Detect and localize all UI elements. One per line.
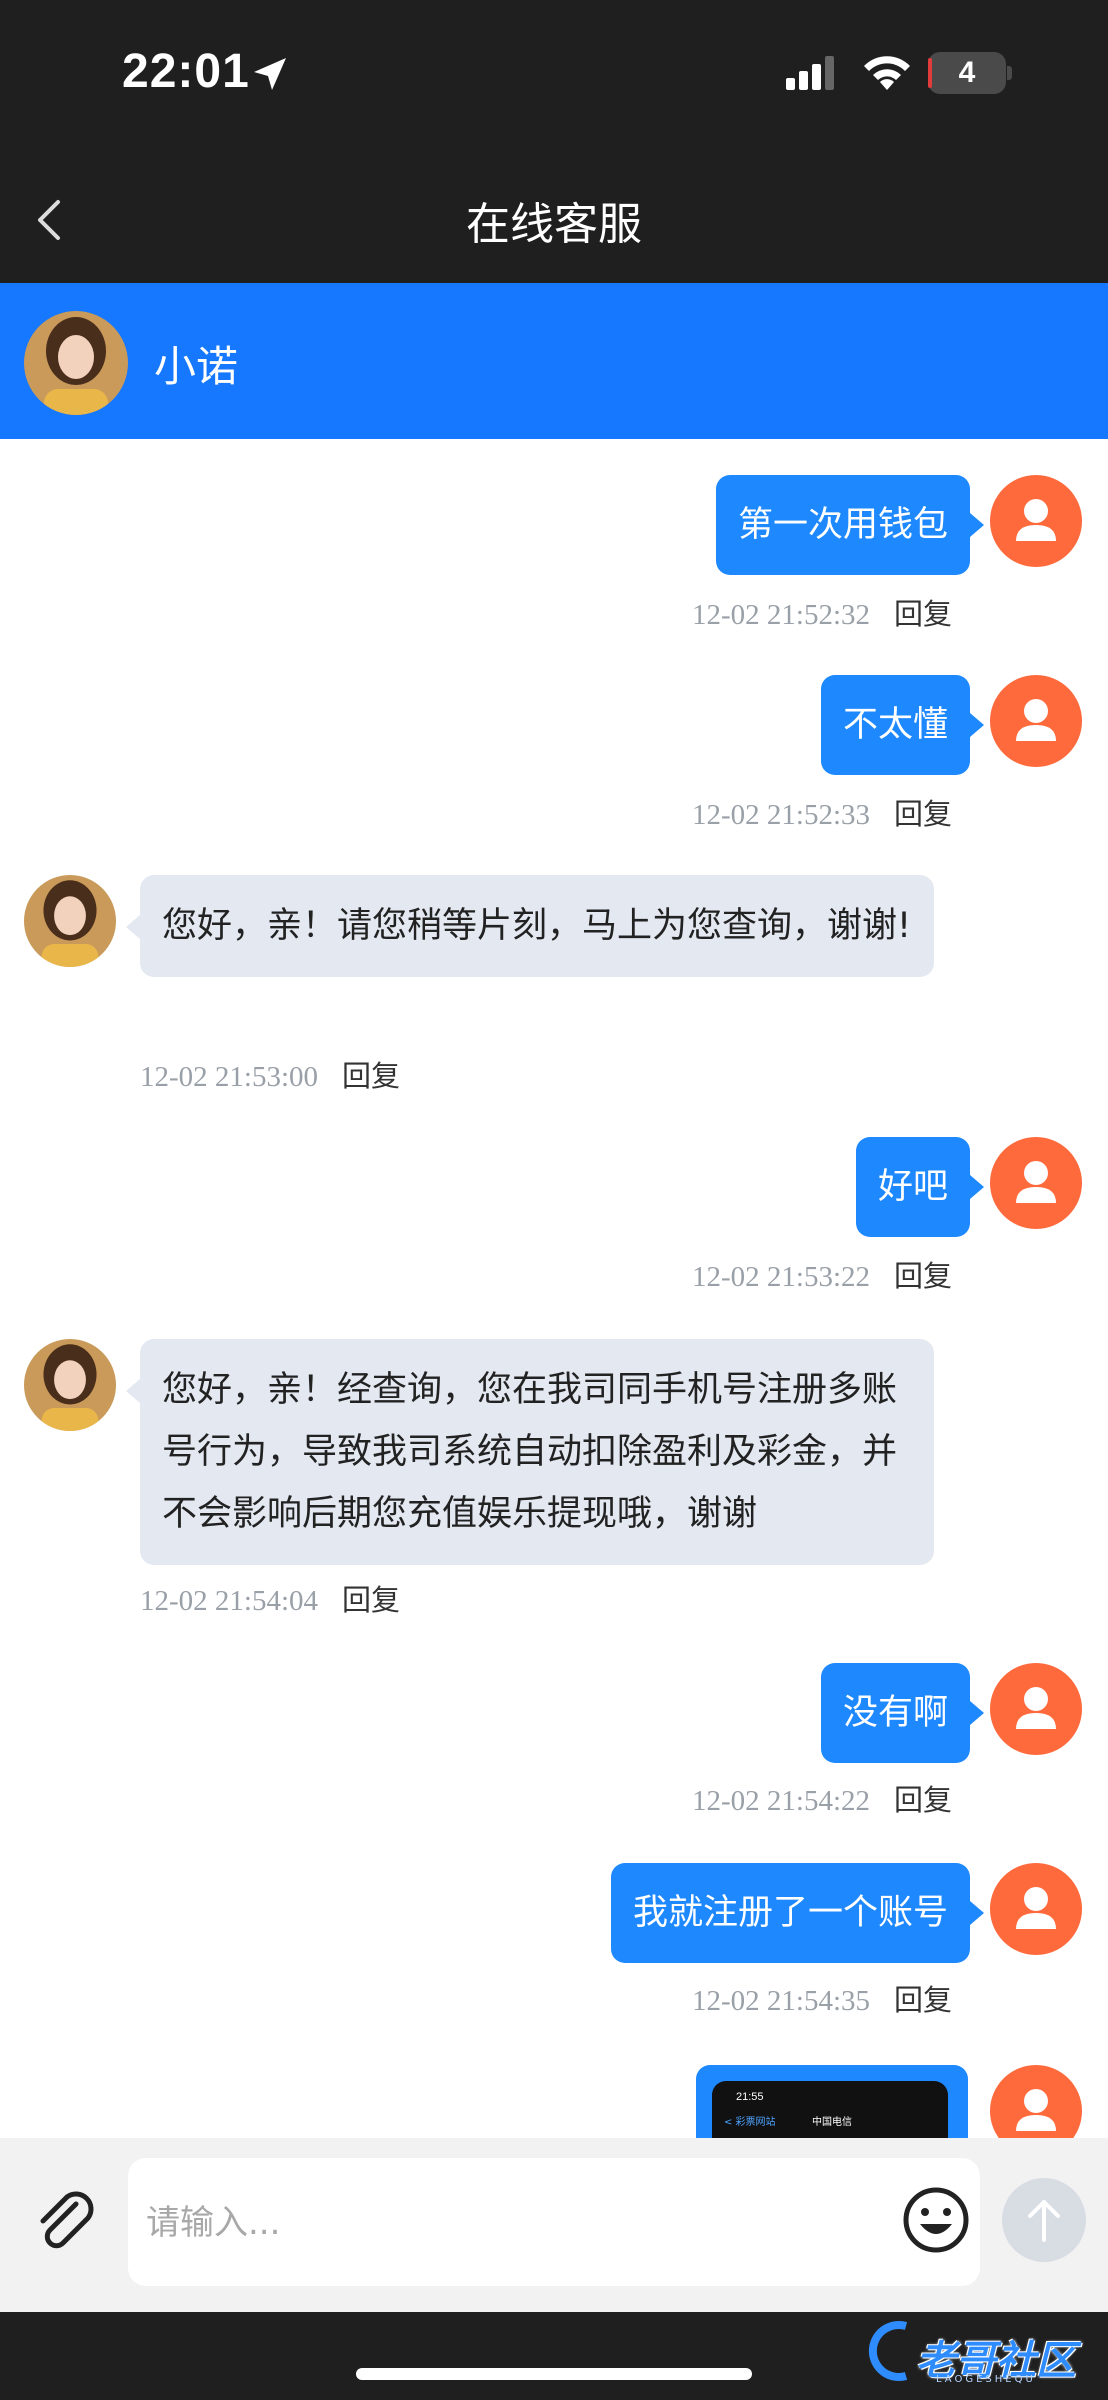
watermark-subtext: LAOGESHEQU bbox=[936, 2374, 1036, 2385]
page-title: 在线客服 bbox=[466, 199, 642, 250]
message-timestamp: 12-02 21:52:33 bbox=[692, 799, 871, 831]
send-button[interactable] bbox=[1002, 2178, 1086, 2262]
message-timestamp: 12-02 21:54:35 bbox=[692, 1985, 871, 2017]
message-meta: 12-02 21:53:22 回复 bbox=[692, 1253, 952, 1295]
reply-link[interactable]: 回复 bbox=[894, 797, 952, 831]
agent-header: 小诺 bbox=[0, 283, 1108, 439]
message-input[interactable] bbox=[144, 2192, 828, 2254]
top-header: 22:01 4 在线客服 bbox=[0, 0, 1108, 283]
user-message-bubble[interactable]: 第一次用钱包 bbox=[715, 475, 985, 575]
home-indicator[interactable] bbox=[356, 2368, 752, 2380]
message-timestamp: 12-02 21:53:00 bbox=[140, 1061, 319, 1093]
user-image-message[interactable]: 21:55 < 彩票网站 中国电信 bbox=[696, 2065, 968, 2139]
user-avatar bbox=[990, 1137, 1082, 1229]
message-meta: 12-02 21:54:04 回复 bbox=[140, 1577, 400, 1619]
chat-messages[interactable]: 第一次用钱包 12-02 21:52:32 回复 不太懂 12-02 21:52:… bbox=[0, 439, 1108, 2139]
message-meta: 12-02 21:53:00 回复 bbox=[140, 1053, 400, 1095]
battery-tip bbox=[1007, 66, 1012, 80]
user-avatar bbox=[990, 2065, 1082, 2139]
thumb-back: < 彩票网站 bbox=[724, 2117, 776, 2128]
home-indicator-area: 老哥社区 LAOGESHEQU bbox=[0, 2312, 1108, 2400]
user-avatar bbox=[990, 1663, 1082, 1755]
message-timestamp: 12-02 21:53:22 bbox=[692, 1261, 871, 1293]
watermark-logo: 老哥社区 LAOGESHEQU bbox=[866, 2316, 1102, 2396]
agent-message-avatar bbox=[24, 875, 116, 967]
agent-message-bubble[interactable]: 您好，亲！经查询，您在我司同手机号注册多账号行为，导致我司系统自动扣除盈利及彩金… bbox=[126, 1339, 934, 1565]
agent-avatar bbox=[24, 311, 128, 415]
reply-link[interactable]: 回复 bbox=[342, 1059, 400, 1093]
message-timestamp: 12-02 21:52:32 bbox=[692, 599, 871, 631]
agent-message-avatar bbox=[24, 1339, 116, 1431]
message-input-container bbox=[128, 2158, 980, 2286]
thumb-time: 21:55 bbox=[736, 2091, 764, 2103]
message-meta: 12-02 21:54:22 回复 bbox=[692, 1777, 952, 1819]
reply-link[interactable]: 回复 bbox=[894, 1983, 952, 2017]
thumb-carrier: 中国电信 bbox=[812, 2117, 852, 2128]
reply-link[interactable]: 回复 bbox=[342, 1583, 400, 1617]
wifi-icon bbox=[864, 56, 910, 90]
location-arrow-icon bbox=[254, 58, 286, 90]
reply-link[interactable]: 回复 bbox=[894, 1783, 952, 1817]
message-meta: 12-02 21:52:33 回复 bbox=[692, 791, 952, 833]
user-avatar bbox=[990, 1863, 1082, 1955]
message-timestamp: 12-02 21:54:04 bbox=[140, 1585, 319, 1617]
agent-name: 小诺 bbox=[154, 342, 239, 391]
user-message-bubble[interactable]: 没有啊 bbox=[820, 1663, 985, 1763]
emoji-icon[interactable] bbox=[900, 2184, 972, 2256]
reply-link[interactable]: 回复 bbox=[894, 1259, 952, 1293]
arrow-up-icon bbox=[1028, 2200, 1060, 2242]
user-avatar bbox=[990, 675, 1082, 767]
paperclip-icon[interactable] bbox=[30, 2186, 102, 2258]
cellular-signal-icon bbox=[786, 56, 834, 90]
message-meta: 12-02 21:54:35 回复 bbox=[692, 1977, 952, 2019]
reply-link[interactable]: 回复 bbox=[894, 597, 952, 631]
image-thumbnail: 21:55 < 彩票网站 中国电信 bbox=[712, 2081, 948, 2139]
user-message-bubble[interactable]: 我就注册了一个账号 bbox=[610, 1863, 985, 1963]
message-meta: 12-02 21:52:32 回复 bbox=[692, 591, 952, 633]
user-message-bubble[interactable]: 好吧 bbox=[855, 1137, 985, 1237]
battery-indicator: 4 bbox=[928, 52, 1006, 94]
user-avatar bbox=[990, 475, 1082, 567]
status-time: 22:01 bbox=[122, 45, 250, 98]
composer-bar bbox=[0, 2138, 1108, 2312]
message-timestamp: 12-02 21:54:22 bbox=[692, 1785, 871, 1817]
user-message-bubble[interactable]: 不太懂 bbox=[820, 675, 985, 775]
agent-message-bubble[interactable]: 您好，亲！请您稍等片刻，马上为您查询，谢谢! bbox=[126, 875, 934, 977]
